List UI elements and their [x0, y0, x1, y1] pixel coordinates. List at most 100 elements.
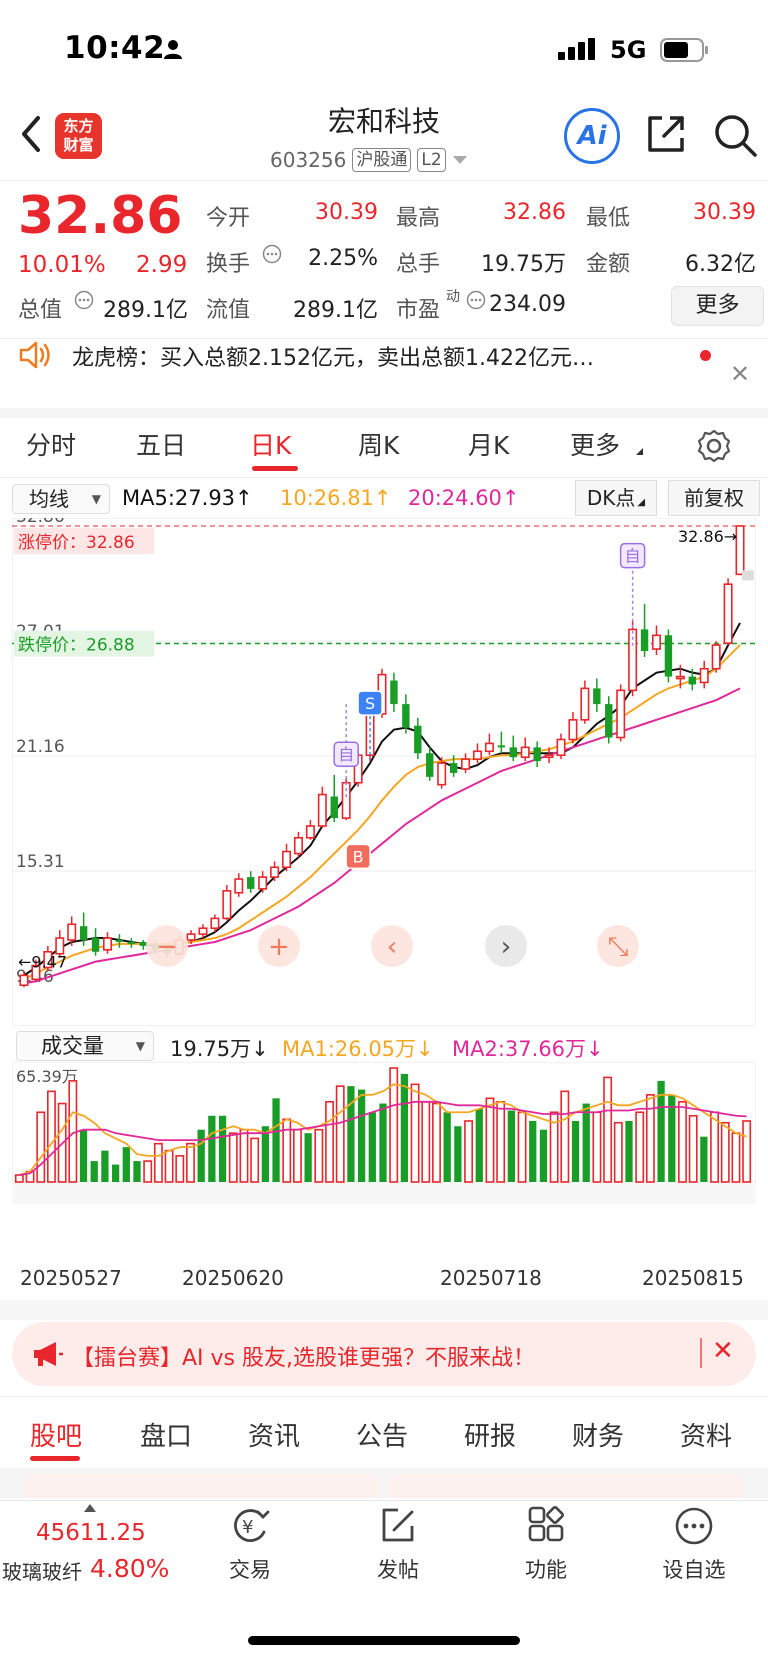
- candle-body: [484, 742, 494, 753]
- tab-intraday[interactable]: 分时: [26, 426, 76, 462]
- tab-month-k[interactable]: 月K: [468, 426, 509, 462]
- nav-trade[interactable]: ¥ 交易: [200, 1506, 300, 1584]
- candle-body: [688, 676, 696, 685]
- volume-bar: [79, 1129, 88, 1182]
- volume-bar: [357, 1089, 366, 1182]
- candle-body: [520, 746, 530, 758]
- volume-bar: [186, 1142, 195, 1183]
- candle-body: [210, 917, 220, 930]
- candle-body: [127, 941, 136, 944]
- candle-body: [282, 850, 292, 869]
- stock-code-row[interactable]: 603256 沪股通 L2: [270, 148, 468, 172]
- person-icon: [164, 40, 182, 59]
- close-icon[interactable]: ✕: [730, 360, 750, 388]
- tab-day-k[interactable]: 日K: [250, 426, 291, 462]
- mktcap-value: 289.1亿: [103, 298, 188, 323]
- date-label: 20250620: [182, 1266, 284, 1290]
- level-tag: L2: [417, 148, 446, 172]
- volume-chart[interactable]: 65.39万: [12, 1062, 756, 1262]
- svg-text:¥: ¥: [242, 1517, 253, 1538]
- amount-label: 金额: [586, 252, 631, 277]
- volume-bar: [454, 1126, 462, 1182]
- volume-bar: [678, 1101, 687, 1183]
- info-icon[interactable]: [74, 290, 94, 310]
- adjust-button[interactable]: 前复权: [668, 480, 760, 516]
- more-button[interactable]: 更多: [671, 286, 764, 326]
- candle-body: [402, 704, 410, 728]
- header-divider: [0, 180, 768, 181]
- network-label: 5G: [610, 36, 647, 64]
- plus-icon-glyph: +: [268, 932, 290, 962]
- volume-bar: [582, 1103, 590, 1182]
- candle-body: [640, 629, 649, 652]
- volume-bar: [710, 1111, 720, 1183]
- tab-more[interactable]: 更多: [570, 426, 620, 462]
- gear-icon[interactable]: [696, 428, 732, 464]
- ma-selector[interactable]: 均线 ▼: [12, 484, 110, 514]
- promo-text[interactable]: 【擂台赛】AI vs 股友,选股谁更强？不服来战！: [72, 1340, 535, 1372]
- close-icon[interactable]: ✕: [712, 1336, 734, 1366]
- price-tick-label: 21.16: [16, 737, 65, 757]
- volume-bar: [272, 1098, 280, 1182]
- tab-research[interactable]: 研报: [464, 1416, 516, 1453]
- nav-post[interactable]: 发帖: [348, 1506, 448, 1584]
- dk-point-button[interactable]: DK点 ◢: [575, 480, 657, 516]
- pe-superscript: 动: [446, 289, 460, 305]
- status-time: 10:42: [64, 30, 166, 66]
- sector-name[interactable]: 玻璃玻纤: [2, 1556, 82, 1585]
- volume-bar: [101, 1150, 109, 1182]
- limit-up-label: 涨停价：32.86: [18, 533, 135, 553]
- date-label: 20250718: [440, 1266, 542, 1290]
- volume-bar: [731, 1132, 741, 1183]
- tab-order-book[interactable]: 盘口: [140, 1416, 192, 1453]
- candle-body: [115, 940, 124, 942]
- volume-bar: [282, 1118, 292, 1183]
- volume-bar: [613, 1121, 623, 1183]
- volume-bar: [208, 1115, 216, 1182]
- tab-week-k[interactable]: 周K: [358, 426, 399, 462]
- volume-bar: [443, 1112, 451, 1182]
- info-icon[interactable]: [466, 290, 486, 310]
- candle-body: [19, 974, 29, 987]
- candle-body: [103, 937, 113, 951]
- candle-body: [651, 634, 661, 650]
- tab-announcements[interactable]: 公告: [356, 1416, 408, 1453]
- float-value: 289.1亿: [293, 298, 378, 323]
- ma20-label: 20:24.60↑: [408, 486, 520, 510]
- sector-pct[interactable]: 4.80%: [90, 1554, 169, 1583]
- ai-button[interactable]: Ai: [564, 108, 620, 164]
- info-icon[interactable]: [262, 244, 282, 264]
- tab-financials[interactable]: 财务: [572, 1416, 624, 1453]
- expand-up-icon[interactable]: [84, 1504, 96, 1512]
- volume-selector[interactable]: 成交量 ▼: [16, 1031, 154, 1061]
- nav-functions[interactable]: 功能: [496, 1506, 596, 1584]
- candle-body: [449, 763, 458, 773]
- tab-five-day[interactable]: 五日: [136, 426, 186, 462]
- tab-news[interactable]: 资讯: [248, 1416, 300, 1453]
- tab-profile[interactable]: 资料: [680, 1416, 732, 1453]
- abs-change: 2.99: [136, 252, 188, 278]
- nav-add-watchlist[interactable]: 设自选: [644, 1506, 744, 1584]
- vol-ma2-label: MA2:37.66万↓: [452, 1037, 604, 1061]
- candle-body: [711, 644, 721, 670]
- self-marker-label: 自: [625, 547, 641, 566]
- volume-bar: [688, 1114, 698, 1183]
- share-icon[interactable]: [644, 112, 688, 156]
- sector-index-value[interactable]: 45611.25: [36, 1520, 146, 1546]
- candle-body: [735, 525, 745, 576]
- candle-body: [305, 825, 315, 839]
- dragon-tiger-text[interactable]: 龙虎榜：买入总额2.152亿元，卖出总额1.422亿元…: [72, 340, 682, 372]
- kline-chart[interactable]: 32.8627.0121.1615.319.46涨停价：32.86跌停价：26.…: [12, 518, 756, 1026]
- candle-body: [317, 793, 327, 827]
- volume-bar: [700, 1136, 708, 1182]
- ma10-label: 10:26.81↑: [280, 486, 392, 510]
- volume-bar: [603, 1076, 613, 1183]
- tab-forum[interactable]: 股吧: [30, 1416, 82, 1453]
- high-label: 最高: [396, 206, 441, 231]
- volume-bar: [164, 1149, 174, 1183]
- candle-body: [293, 836, 303, 855]
- candle-body: [472, 750, 482, 760]
- volume-bar: [571, 1120, 580, 1182]
- volume-bar: [90, 1161, 98, 1182]
- search-icon[interactable]: [712, 112, 758, 158]
